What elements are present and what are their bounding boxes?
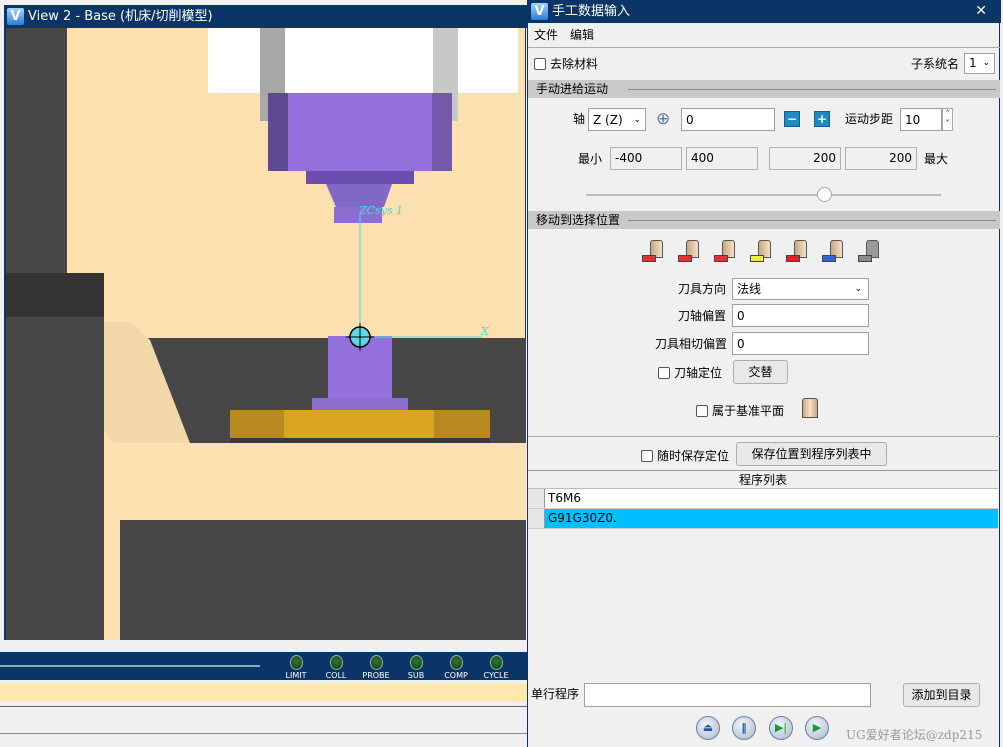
max-value: 200	[845, 147, 917, 170]
status-led-icon	[329, 655, 343, 670]
dialog-title-bar[interactable]: V 手工数据输入 ✕	[528, 0, 1001, 23]
csys-move-icon[interactable]	[785, 240, 811, 266]
watermark: UG爱好者论坛@zdp215	[846, 728, 983, 742]
x-axis-label: X	[481, 325, 489, 338]
align-to-point-icon[interactable]	[713, 240, 739, 266]
program-list: 程序列表 T6M6 G91G30Z0.	[528, 470, 998, 676]
chevron-down-icon: ⌄	[854, 284, 862, 294]
axis-offset-label: 刀轴偏置	[678, 309, 727, 323]
vericut-logo-icon: V	[7, 8, 24, 25]
base-plane-tool-icon[interactable]	[802, 398, 818, 418]
chevron-down-icon: ⌄	[982, 58, 990, 68]
csys-label: ZCsys 1	[359, 204, 404, 217]
program-row[interactable]: T6M6	[528, 489, 998, 509]
message-bar	[0, 684, 527, 702]
alternate-button[interactable]: 交替	[733, 360, 788, 384]
program-row-text: T6M6	[545, 489, 998, 508]
tangent-offset-input[interactable]: 0	[732, 332, 869, 355]
close-button[interactable]: ✕	[975, 0, 987, 23]
status-led-icon	[449, 655, 463, 670]
program-row[interactable]: G91G30Z0.	[528, 509, 998, 529]
range-value-2: 200	[769, 147, 841, 170]
status-led-icon	[289, 655, 303, 670]
step-label: 运动步距	[845, 112, 894, 126]
min-label: 最小	[578, 152, 603, 166]
pause-icon: ‖	[741, 721, 747, 734]
remove-material-checkbox[interactable]: 去除材料	[534, 55, 598, 72]
eject-icon: ⏏	[702, 721, 714, 734]
menu-file[interactable]: 文件	[534, 24, 558, 46]
tool-direction-label: 刀具方向	[678, 282, 727, 296]
play-button[interactable]: ▶	[805, 716, 829, 740]
menu-edit[interactable]: 编辑	[570, 24, 594, 46]
single-line-label: 单行程序	[531, 687, 580, 701]
align-to-face-icon[interactable]	[749, 240, 775, 266]
range-value-1: 400	[686, 147, 758, 170]
led-probe: PROBE	[358, 655, 394, 680]
position-input[interactable]: 0	[681, 108, 775, 131]
view-title: View 2 - Base (机床/切削模型)	[28, 9, 213, 24]
subsystem-select[interactable]: 1 ⌄	[964, 53, 995, 74]
on-base-plane-checkbox[interactable]: 属于基准平面	[696, 402, 784, 419]
status-bar: LIMIT COLL PROBE SUB COMP CYCLE	[0, 652, 527, 680]
align-to-wall-icon[interactable]	[857, 240, 883, 266]
vericut-logo-icon: V	[531, 3, 548, 20]
view-window: V View 2 - Base (机床/切削模型) ZCsys 1 X LIMI…	[0, 0, 527, 747]
view-title-bar: V View 2 - Base (机床/切削模型)	[4, 5, 527, 28]
crosshair-pick-icon[interactable]: ⊕	[656, 109, 670, 129]
program-row-text: G91G30Z0.	[545, 509, 998, 528]
status-led-icon	[409, 655, 423, 670]
chevron-down-icon: ⌄	[633, 115, 641, 125]
led-sub: SUB	[398, 655, 434, 680]
slider-thumb[interactable]	[816, 187, 832, 202]
decrement-button[interactable]: −	[784, 111, 800, 127]
tangent-offset-label: 刀具相切偏置	[655, 337, 728, 351]
dialog-title: 手工数据输入	[552, 4, 631, 19]
single-line-input[interactable]	[584, 683, 871, 707]
step-spinner[interactable]: ˄ ˅	[942, 108, 953, 131]
max-label: 最大	[924, 152, 949, 166]
increment-button[interactable]: +	[814, 111, 830, 127]
row-header[interactable]	[528, 509, 545, 528]
step-input[interactable]: 10	[900, 108, 942, 131]
rewind-button[interactable]: ⏏	[696, 716, 720, 740]
3d-viewport[interactable]: ZCsys 1 X	[4, 28, 526, 640]
min-value: -400	[610, 147, 682, 170]
step-button[interactable]: ▶|	[769, 716, 793, 740]
axis-label: 轴	[573, 112, 586, 126]
align-to-plane-icon[interactable]	[641, 240, 667, 266]
mdi-dialog: V 手工数据输入 ✕ 文件 编辑 去除材料 子系统名 1 ⌄ 手动进给运动 轴 Z…	[527, 0, 1001, 747]
axis-locate-checkbox[interactable]: 刀轴定位	[658, 364, 722, 381]
row-header[interactable]	[528, 489, 545, 508]
save-to-list-button[interactable]: 保存位置到程序列表中	[736, 442, 887, 466]
subsystem-label: 子系统名	[911, 57, 960, 71]
align-to-surface-icon[interactable]	[821, 240, 847, 266]
jog-section-header: 手动进给运动	[528, 80, 1000, 98]
led-limit: LIMIT	[278, 655, 314, 680]
save-always-checkbox[interactable]: 随时保存定位	[641, 447, 729, 464]
axis-select[interactable]: Z (Z) ⌄	[588, 108, 646, 131]
led-comp: COMP	[438, 655, 474, 680]
play-icon: ▶	[812, 721, 822, 734]
tool-direction-select[interactable]: 法线 ⌄	[732, 278, 869, 300]
led-cycle: CYCLE	[478, 655, 514, 680]
align-to-edge-icon[interactable]	[677, 240, 703, 266]
step-forward-icon: ▶|	[774, 721, 788, 734]
status-led-icon	[489, 655, 503, 670]
move-section-header: 移动到选择位置	[528, 211, 1000, 229]
status-led-icon	[369, 655, 383, 670]
led-coll: COLL	[318, 655, 354, 680]
axis-offset-input[interactable]: 0	[732, 304, 869, 327]
position-slider[interactable]	[586, 187, 941, 202]
add-to-list-button[interactable]: 添加到目录	[903, 683, 980, 707]
pause-button[interactable]: ‖	[732, 716, 756, 740]
program-list-header: 程序列表	[528, 471, 998, 489]
